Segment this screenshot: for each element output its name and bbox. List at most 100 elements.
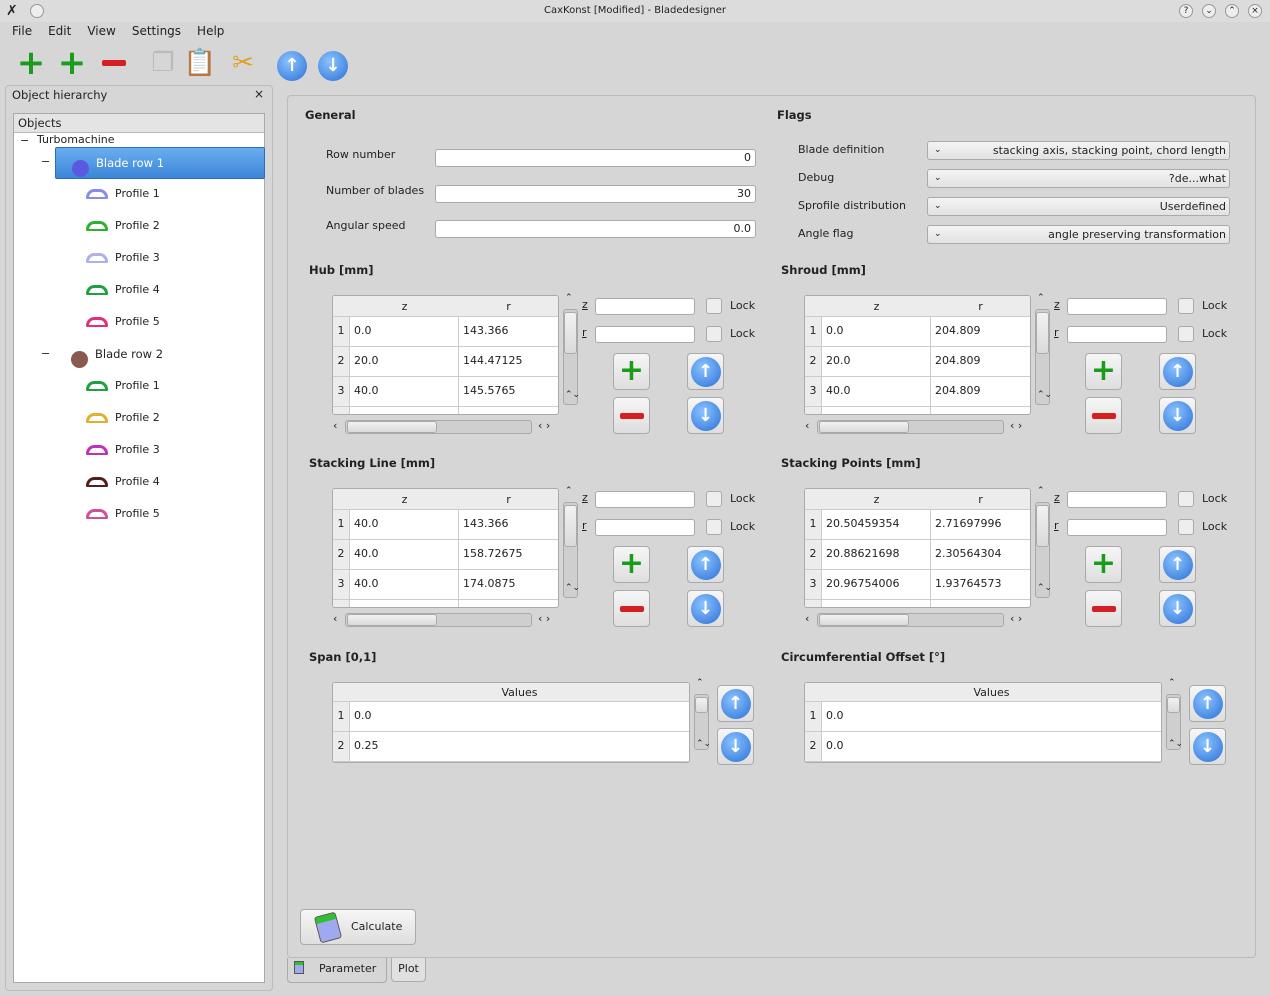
tree-item-profile[interactable]: Profile 3 — [115, 248, 160, 268]
move-up-button[interactable]: ↑ — [687, 546, 724, 583]
table-cell[interactable]: 40.0 — [350, 377, 459, 407]
tree-item-profile[interactable]: Profile 5 — [115, 312, 160, 332]
column-header-r[interactable]: r — [459, 296, 558, 317]
scroll-up-icon[interactable]: ⌃ — [1037, 486, 1045, 496]
window-menu-button[interactable] — [30, 4, 44, 18]
lock-z-checkbox[interactable] — [706, 491, 722, 507]
move-down-button[interactable]: ↓ — [687, 590, 724, 627]
move-up-button[interactable]: ↑ — [1159, 546, 1196, 583]
table-cell[interactable]: 158.72675 — [459, 540, 558, 570]
paste-button[interactable]: 📋 — [183, 46, 217, 80]
scroll-left-right-icon[interactable]: ‹ › — [538, 419, 550, 432]
remove-row-button[interactable] — [613, 397, 650, 434]
column-header-z[interactable]: z — [350, 489, 459, 510]
add-row-button[interactable]: + — [1085, 353, 1122, 390]
dock-close-button[interactable]: × — [254, 87, 264, 101]
coordinate-table[interactable]: z r 1 0.0 204.809 2 20.0 204.809 3 40.0 204.809 — [804, 295, 1031, 415]
table-cell[interactable]: 0.0 — [822, 732, 1161, 762]
column-header-z[interactable]: z — [822, 296, 931, 317]
scrollbar-thumb[interactable] — [1036, 505, 1049, 547]
table-cell[interactable] — [822, 407, 931, 414]
lock-z-checkbox[interactable] — [706, 298, 722, 314]
tree-item-profile[interactable]: Profile 2 — [115, 216, 160, 236]
move-down-button[interactable]: ↓ — [1189, 728, 1226, 765]
z-input[interactable] — [1067, 298, 1167, 315]
table-cell[interactable]: 20.88621698 — [822, 540, 931, 570]
flag-dropdown[interactable]: ⌄ ?de...what — [927, 169, 1230, 188]
move-down-button[interactable]: ↓ — [1159, 397, 1196, 434]
cut-button[interactable]: ✂ — [226, 46, 260, 80]
column-header-values[interactable]: Values — [333, 683, 689, 702]
scroll-left-right-icon[interactable]: ‹ › — [1010, 419, 1022, 432]
scroll-up-icon[interactable]: ⌃ — [1168, 678, 1176, 688]
scrollbar-thumb[interactable] — [695, 697, 708, 713]
table-cell[interactable]: 143.366 — [459, 510, 558, 540]
table-cell[interactable]: 0.0 — [822, 317, 931, 347]
help-button[interactable]: ? — [1179, 4, 1193, 18]
column-header-values[interactable]: Values — [805, 683, 1161, 702]
table-cell[interactable] — [350, 600, 459, 607]
z-input[interactable] — [1067, 491, 1167, 508]
tree-item-profile[interactable]: Profile 3 — [115, 440, 160, 460]
horizontal-scrollbar[interactable] — [345, 420, 532, 434]
horizontal-scrollbar[interactable] — [817, 420, 1004, 434]
add-blade-row-button[interactable]: + — [14, 46, 48, 80]
object-tree[interactable]: Objects − Turbomachine − Blade row 1 Profile… — [13, 113, 265, 983]
lock-z-checkbox[interactable] — [1178, 298, 1194, 314]
tree-item-profile[interactable]: Profile 5 — [115, 504, 160, 524]
r-input[interactable] — [1067, 326, 1167, 343]
table-cell[interactable]: 40.0 — [350, 510, 459, 540]
tree-item-profile[interactable]: Profile 1 — [115, 376, 160, 396]
scroll-left-icon[interactable]: ‹ — [333, 419, 337, 432]
coordinate-table[interactable]: z r 1 0.0 143.366 2 20.0 144.47125 3 40.0 145.5765 — [332, 295, 559, 415]
values-table[interactable]: Values 1 0.0 2 0.25 — [332, 682, 690, 763]
table-cell[interactable]: 2.71697996 — [931, 510, 1030, 540]
scrollbar-thumb[interactable] — [819, 421, 909, 433]
scroll-up-icon[interactable]: ⌃ — [696, 678, 704, 688]
scroll-up-icon[interactable]: ⌃ — [565, 293, 573, 303]
lock-z-checkbox[interactable] — [1178, 491, 1194, 507]
move-up-button[interactable]: ↑ — [1159, 353, 1196, 390]
tree-item-profile[interactable]: Profile 4 — [115, 472, 160, 492]
table-cell[interactable]: 20.50459354 — [822, 510, 931, 540]
values-table[interactable]: Values 1 0.0 2 0.0 — [804, 682, 1162, 763]
table-cell[interactable]: 204.809 — [931, 317, 1030, 347]
scroll-updown-icon[interactable]: ⌃⌄ — [1168, 740, 1183, 749]
tab-parameter[interactable]: Parameter — [287, 958, 387, 983]
copy-button[interactable]: ❐ — [146, 46, 180, 80]
move-down-button[interactable]: ↓ — [717, 728, 754, 765]
scroll-updown-icon[interactable]: ⌃⌄ — [696, 740, 711, 749]
minimize-button[interactable]: ⌄ — [1202, 4, 1216, 18]
scrollbar-thumb[interactable] — [564, 312, 577, 354]
scroll-left-right-icon[interactable]: ‹ › — [538, 612, 550, 625]
scrollbar-thumb[interactable] — [347, 421, 437, 433]
tree-item-profile[interactable]: Profile 1 — [115, 184, 160, 204]
scrollbar-thumb[interactable] — [347, 614, 437, 626]
scroll-updown-icon[interactable]: ⌃⌄ — [1037, 391, 1052, 400]
menu-view[interactable]: View — [87, 24, 115, 38]
table-cell[interactable]: 40.0 — [350, 540, 459, 570]
flag-dropdown[interactable]: ⌄ Userdefined — [927, 197, 1230, 216]
table-cell[interactable] — [931, 600, 1030, 607]
table-cell[interactable]: 20.96754006 — [822, 570, 931, 600]
column-header-z[interactable]: z — [350, 296, 459, 317]
table-cell[interactable] — [350, 407, 459, 414]
table-cell[interactable]: 144.47125 — [459, 347, 558, 377]
move-down-button[interactable]: ↓ — [316, 46, 350, 81]
scrollbar-thumb[interactable] — [819, 614, 909, 626]
column-header-r[interactable]: r — [931, 296, 1030, 317]
lock-r-checkbox[interactable] — [1178, 326, 1194, 342]
scroll-left-icon[interactable]: ‹ — [333, 612, 337, 625]
move-up-button[interactable]: ↑ — [687, 353, 724, 390]
table-cell[interactable]: 204.809 — [931, 347, 1030, 377]
table-cell[interactable]: 40.0 — [822, 377, 931, 407]
add-profile-button[interactable]: + — [55, 46, 89, 80]
table-cell[interactable]: 143.366 — [459, 317, 558, 347]
scrollbar-thumb[interactable] — [1167, 697, 1180, 713]
collapse-icon[interactable]: − — [41, 152, 50, 172]
table-cell[interactable] — [459, 600, 558, 607]
flag-dropdown[interactable]: ⌄ stacking axis, stacking point, chord le… — [927, 141, 1230, 160]
general-field-input[interactable]: 0 — [435, 149, 756, 167]
tab-plot[interactable]: Plot — [391, 958, 426, 982]
collapse-icon[interactable]: − — [20, 131, 29, 151]
